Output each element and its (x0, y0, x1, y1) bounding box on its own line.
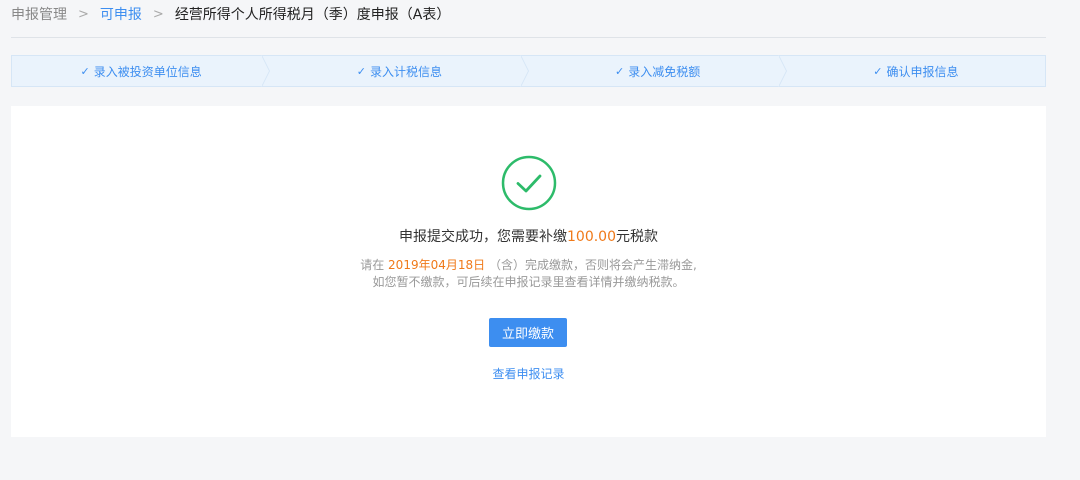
breadcrumb-item-declaration-management[interactable]: 申报管理 (11, 4, 67, 24)
payment-notice-line1: 请在 2019年04月18日 （含）完成缴款，否则将会产生滞纳金, (11, 257, 1046, 274)
breadcrumb: 申报管理 > 可申报 > 经营所得个人所得税月（季）度申报（A表） (11, 4, 450, 24)
header-divider (11, 37, 1046, 38)
step-label: 录入减免税额 (628, 64, 701, 79)
payment-deadline: 2019年04月18日 (388, 258, 486, 272)
success-message-prefix: 申报提交成功，您需要补缴 (399, 229, 567, 245)
pay-now-button[interactable]: 立即缴款 (489, 318, 567, 347)
payment-notice-line2: 如您暂不缴款，可后续在申报记录里查看详情并缴纳税款。 (372, 275, 685, 289)
success-message-suffix: 元税款 (616, 229, 658, 245)
payable-amount: 100.00 (567, 229, 616, 245)
step-confirm-declaration[interactable]: ✓ 确认申报信息 (777, 55, 1045, 87)
result-card: 申报提交成功，您需要补缴100.00元税款 请在 2019年04月18日 （含）… (11, 106, 1046, 437)
check-icon: ✓ (356, 64, 366, 78)
breadcrumb-current-page: 经营所得个人所得税月（季）度申报（A表） (174, 7, 451, 23)
payment-notice: 请在 2019年04月18日 （含）完成缴款，否则将会产生滞纳金, 如您暂不缴款… (11, 257, 1046, 291)
step-label: 录入被投资单位信息 (93, 64, 202, 79)
notice-suffix: （含）完成缴款，否则将会产生滞纳金, (485, 258, 697, 272)
check-icon: ✓ (80, 64, 90, 78)
chevron-right-icon: > (78, 6, 89, 22)
view-records-link[interactable]: 查看申报记录 (11, 365, 1046, 382)
success-check-icon (501, 155, 557, 211)
step-tax-relief[interactable]: ✓ 录入减免税额 (519, 55, 787, 87)
breadcrumb-item-declarable[interactable]: 可申报 (100, 4, 142, 24)
check-icon: ✓ (873, 64, 883, 78)
steps-bar: ✓ 录入被投资单位信息 ✓ 录入计税信息 ✓ 录入减免税额 ✓ 确认申报信息 (11, 55, 1046, 87)
step-tax-info[interactable]: ✓ 录入计税信息 (261, 55, 528, 87)
check-icon: ✓ (615, 64, 625, 78)
success-message: 申报提交成功，您需要补缴100.00元税款 (11, 226, 1046, 246)
step-label: 确认申报信息 (886, 64, 959, 79)
step-investee-info[interactable]: ✓ 录入被投资单位信息 (12, 56, 270, 86)
step-label: 录入计税信息 (369, 64, 442, 79)
notice-prefix: 请在 (360, 258, 389, 272)
chevron-right-icon: > (152, 6, 164, 22)
